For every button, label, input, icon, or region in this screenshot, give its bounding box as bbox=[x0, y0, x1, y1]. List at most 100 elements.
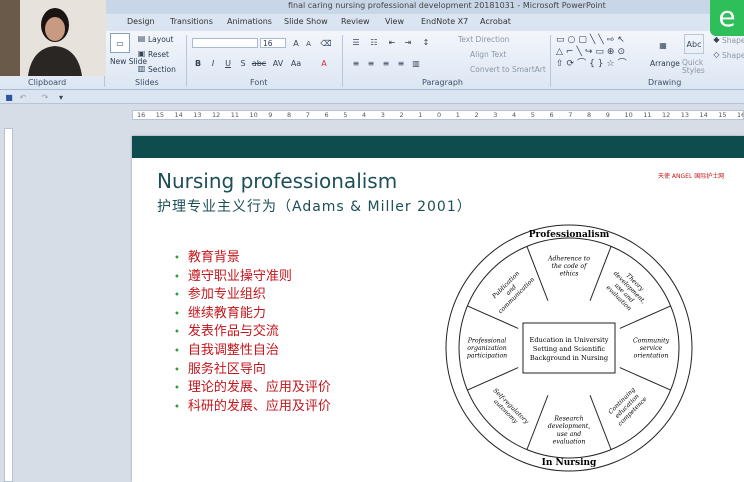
text-direction-button[interactable]: Text Direction bbox=[458, 35, 509, 44]
tab-slide-show[interactable]: Slide Show bbox=[284, 17, 328, 26]
shape-fill-button[interactable]: Shape bbox=[722, 36, 744, 45]
align-right-icon[interactable]: ≡ bbox=[380, 58, 392, 68]
clear-format-icon[interactable]: ⌫ bbox=[320, 37, 332, 49]
ruler-tick: 7 bbox=[568, 111, 573, 119]
title-bar: final caring nursing professional develo… bbox=[0, 0, 744, 14]
decrease-indent-icon[interactable]: ⇤ bbox=[386, 37, 398, 47]
tab-design[interactable]: Design bbox=[127, 17, 155, 26]
save-icon[interactable]: ■ bbox=[4, 92, 14, 102]
list-item: • 自我调整性自治 bbox=[174, 342, 279, 358]
quick-access-toolbar: ■ ↶ ↷ ▾ bbox=[0, 90, 744, 104]
ruler-tick: 13 bbox=[193, 111, 202, 119]
grow-font-icon[interactable]: A bbox=[290, 37, 302, 49]
slide-subtitle[interactable]: 护理专业主义行为（Adams & Miller 2001） bbox=[157, 196, 472, 216]
ruler-tick: 3 bbox=[493, 111, 498, 119]
spacing-icon[interactable]: AV bbox=[272, 58, 284, 68]
increase-indent-icon[interactable]: ⇥ bbox=[402, 37, 414, 47]
presenter-video-frame bbox=[0, 0, 106, 76]
ruler-tick: 11 bbox=[230, 111, 240, 119]
tab-view[interactable]: View bbox=[385, 17, 404, 26]
professionalism-wheel[interactable]: Education in University Setting and Scie… bbox=[424, 222, 714, 474]
shapes-gallery[interactable]: ▭○▢╲╲⇨↖ △⌐╲↪▭⊕⊙ ⇧⟳⌒{}☆⌒ bbox=[556, 34, 638, 74]
ruler-tick: 4 bbox=[512, 111, 517, 119]
drawing-group-label: Drawing bbox=[648, 78, 682, 87]
list-item: • 继续教育能力 bbox=[174, 305, 266, 321]
clipboard-group-label: Clipboard bbox=[28, 78, 67, 87]
align-left-icon[interactable]: ≡ bbox=[350, 58, 362, 68]
font-size-value: 16 bbox=[263, 39, 273, 48]
paragraph-group-label: Paragraph bbox=[422, 78, 463, 87]
italic-icon[interactable]: I bbox=[208, 58, 218, 68]
ruler-tick: 11 bbox=[643, 111, 652, 119]
ruler-tick: 9 bbox=[268, 111, 273, 119]
angel-logo: 天使 ANGEL 国际护士网 bbox=[658, 173, 725, 180]
customize-qat-icon[interactable]: ▾ bbox=[56, 92, 66, 102]
ruler-tick: 5 bbox=[343, 111, 348, 119]
ruler-tick: 16 bbox=[137, 111, 146, 119]
undo-icon[interactable]: ↶ bbox=[18, 92, 28, 102]
shape-outline-button[interactable]: Shape bbox=[722, 51, 744, 60]
ruler-tick: 10 bbox=[624, 111, 633, 119]
shape-fill-icon: ◆ bbox=[713, 35, 720, 44]
justify-icon[interactable]: ≡ bbox=[395, 58, 407, 68]
strikethrough-icon[interactable]: abc bbox=[252, 58, 266, 68]
ruler-tick: 8 bbox=[287, 111, 292, 119]
new-slide-icon[interactable]: ▭ bbox=[110, 33, 130, 53]
slides-group-label: Slides bbox=[135, 78, 159, 87]
line-spacing-icon[interactable]: ↕ bbox=[420, 37, 432, 47]
ruler-tick: 3 bbox=[380, 111, 385, 119]
convert-smartart-button[interactable]: Convert to SmartArt bbox=[470, 65, 546, 74]
numbering-icon[interactable]: ☷ bbox=[368, 37, 380, 47]
ruler-tick: 12 bbox=[662, 111, 671, 119]
quick-styles-icon[interactable]: Abc bbox=[684, 34, 704, 54]
wheel-top-label: Professionalism bbox=[529, 230, 610, 240]
ruler-tick: 7 bbox=[305, 111, 310, 119]
bold-icon[interactable]: B bbox=[193, 58, 203, 68]
ruler-tick: 16 bbox=[737, 111, 743, 119]
ruler-tick: 1 bbox=[418, 111, 423, 119]
change-case-icon[interactable]: Aa bbox=[290, 58, 302, 68]
ruler-tick: 13 bbox=[680, 111, 690, 119]
ruler-tick: 2 bbox=[399, 111, 404, 119]
window-title: final caring nursing professional develo… bbox=[288, 1, 606, 10]
wheel-spoke-label: Professional organization participation bbox=[467, 338, 507, 360]
wheel-center-line-2: Setting and Scientific bbox=[533, 345, 606, 353]
align-text-button[interactable]: Align Text bbox=[470, 50, 506, 59]
ruler-tick: 15 bbox=[718, 111, 727, 119]
ruler-tick: 4 bbox=[362, 111, 367, 119]
layout-icon: ▤ bbox=[137, 34, 146, 43]
list-item: • 参加专业组织 bbox=[174, 287, 266, 303]
list-item: • 教育背景 bbox=[174, 250, 240, 265]
layout-button[interactable]: Layout bbox=[148, 35, 174, 44]
align-center-icon[interactable]: ≡ bbox=[365, 58, 377, 68]
arrange-button[interactable]: Arrange bbox=[650, 59, 680, 68]
bullet-list[interactable]: • 教育背景 • 遵守职业操守准则 • 参加专业组织 • 继续教育能力 • 发表作品与交流… bbox=[174, 246, 331, 414]
shadow-icon[interactable]: S bbox=[238, 58, 248, 68]
tab-transitions[interactable]: Transitions bbox=[170, 17, 213, 26]
redo-icon[interactable]: ↷ bbox=[40, 92, 50, 102]
section-button[interactable]: Section bbox=[148, 65, 176, 74]
slide-title[interactable]: Nursing professionalism bbox=[157, 169, 397, 193]
shape-outline-icon: ◇ bbox=[713, 50, 720, 59]
underline-icon[interactable]: U bbox=[223, 58, 233, 68]
presenter-video bbox=[0, 0, 106, 76]
slide-canvas[interactable]: Nursing professionalism 护理专业主义行为（Adams &… bbox=[132, 136, 744, 482]
tab-animations[interactable]: Animations bbox=[227, 17, 272, 26]
tab-endnote[interactable]: EndNote X7 bbox=[421, 17, 468, 26]
tab-acrobat[interactable]: Acrobat bbox=[480, 17, 511, 26]
font-name-combo[interactable] bbox=[192, 38, 258, 48]
bullets-icon[interactable]: ☰ bbox=[350, 37, 362, 47]
font-color-icon[interactable]: A bbox=[318, 58, 330, 68]
quick-styles-button[interactable]: Quick Styles bbox=[682, 59, 710, 75]
section-icon: ▥ bbox=[137, 64, 146, 73]
platform-logo-icon: e bbox=[710, 0, 744, 36]
ruler-tick: 1 bbox=[455, 111, 460, 119]
arrange-icon[interactable]: ▦ bbox=[652, 34, 674, 56]
list-item: • 遵守职业操守准则 bbox=[174, 268, 292, 284]
tab-review[interactable]: Review bbox=[341, 17, 370, 26]
wheel-center-line-3: Background in Nursing bbox=[530, 354, 609, 362]
columns-icon[interactable]: ▥ bbox=[410, 58, 422, 68]
shrink-font-icon[interactable]: A bbox=[303, 38, 314, 49]
font-size-combo[interactable]: 16 bbox=[260, 38, 286, 48]
reset-button[interactable]: Reset bbox=[148, 50, 169, 59]
